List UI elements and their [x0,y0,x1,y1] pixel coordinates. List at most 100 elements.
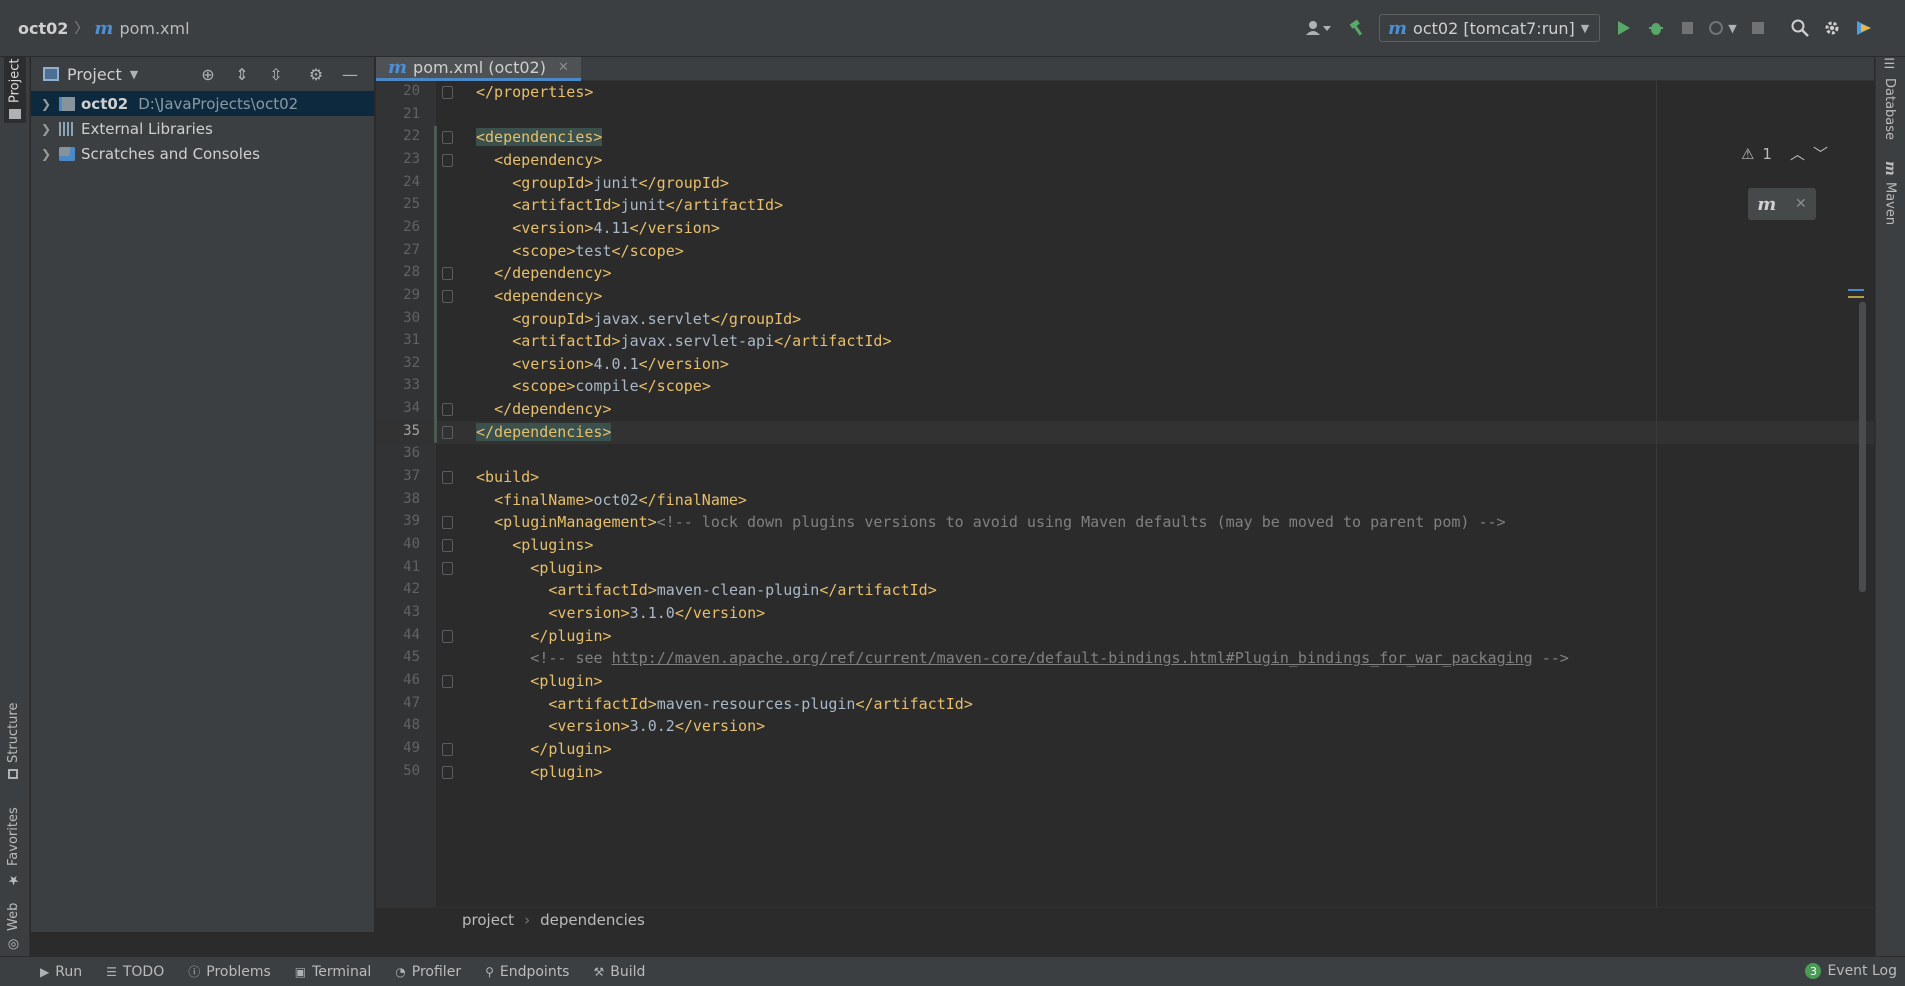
chevron-down-icon[interactable]: ▼ [130,68,138,81]
nav-project[interactable]: oct02 [18,19,68,38]
expand-all-icon[interactable]: ⇕ [226,62,258,86]
warning-icon[interactable]: ⚠ [1741,145,1754,163]
fold-marker[interactable] [442,267,453,281]
coverage-icon[interactable] [1672,12,1704,44]
code-line[interactable]: 41 <plugin> [376,557,1874,580]
code-line[interactable]: 27 <scope>test</scope> [376,240,1874,263]
minimize-icon[interactable]: — [334,62,366,86]
debug-icon[interactable] [1640,12,1672,44]
previous-highlight-icon[interactable]: ︿ [1790,143,1805,164]
code-line[interactable]: 46 <plugin> [376,670,1874,693]
code-line[interactable]: 42 <artifactId>maven-clean-plugin</artifa… [376,579,1874,602]
stripe-marker[interactable] [1848,289,1864,291]
maven-reload-icon[interactable]: m [1757,194,1776,215]
nav-file[interactable]: pom.xml [119,19,189,38]
code-line[interactable]: 28 </dependency> [376,262,1874,285]
vcs-change-marker[interactable] [434,126,437,444]
favorites-tool-tab[interactable]: ★ Favorites [6,797,21,887]
code-line[interactable]: 24 <groupId>junit</groupId> [376,172,1874,195]
chevron-right-icon[interactable]: ❯ [41,122,53,136]
search-icon[interactable] [1784,12,1816,44]
tool-button-endpoints[interactable]: ⚲ Endpoints [473,964,581,980]
tool-button-problems[interactable]: ⓘ Problems [176,963,283,980]
code-line[interactable]: 33 <scope>compile</scope> [376,375,1874,398]
database-tool-tab[interactable]: ☰ Database [1882,57,1897,140]
fold-marker[interactable] [442,403,453,417]
chevron-right-icon[interactable]: ❯ [41,97,53,111]
stripe-marker[interactable] [1848,296,1864,298]
gear-icon[interactable]: ⚙ [300,62,332,86]
code-line[interactable]: 37 <build> [376,466,1874,489]
project-tool-tab[interactable]: Project [4,57,26,123]
maven-tool-tab[interactable]: m Maven [1882,161,1898,241]
code-line[interactable]: 43 <version>3.1.0</version> [376,602,1874,625]
tool-button-terminal[interactable]: ▣ Terminal [283,964,384,980]
run-configuration-select[interactable]: m oct02 [tomcat7:run] ▼ [1379,14,1601,42]
tool-button-build[interactable]: ⚒ Build [581,964,657,980]
tree-item-oct02[interactable]: ❯ oct02 D:\JavaProjects\oct02 [31,91,374,116]
code-line[interactable]: 38 <finalName>oct02</finalName> [376,489,1874,512]
vertical-scrollbar[interactable] [1859,302,1866,592]
fold-marker[interactable] [442,674,453,688]
code-line[interactable]: 36 [376,443,1874,466]
gear-icon[interactable] [1816,12,1848,44]
tab-pom-xml[interactable]: m pom.xml (oct02) ✕ [376,57,581,81]
code-line[interactable]: 21 [376,104,1874,127]
code-line[interactable]: 40 <plugins> [376,534,1874,557]
fold-marker[interactable] [442,153,453,167]
chevron-down-icon[interactable]: ▼ [1728,22,1742,35]
code-line[interactable]: 50 <plugin> [376,761,1874,784]
code-line[interactable]: 23 <dependency> [376,149,1874,172]
project-panel-title[interactable]: Project [67,65,122,84]
stop-icon[interactable] [1742,12,1774,44]
web-tool-tab[interactable]: ◎ Web [6,900,21,952]
tool-button-todo[interactable]: ☰ TODO [94,964,176,980]
code-line[interactable]: 49 </plugin> [376,738,1874,761]
locate-icon[interactable]: ⊕ [192,62,224,86]
fold-marker[interactable] [442,629,453,643]
code-line[interactable]: 34 </dependency> [376,398,1874,421]
collapse-all-icon[interactable]: ⇳ [260,62,292,86]
code-line[interactable]: 44 </plugin> [376,625,1874,648]
fold-marker[interactable] [442,471,453,485]
fold-marker[interactable] [442,561,453,575]
fold-marker[interactable] [442,425,453,439]
breadcrumb-dependencies[interactable]: dependencies [540,911,645,929]
code-line[interactable]: 39 <pluginManagement><!-- lock down plugi… [376,511,1874,534]
code-line[interactable]: 47 <artifactId>maven-resources-plugin</ar… [376,693,1874,716]
profile-icon[interactable] [1704,12,1728,44]
code-line[interactable]: 26 <version>4.11</version> [376,217,1874,240]
tree-item-external-libraries[interactable]: ❯ External Libraries [31,116,374,141]
fold-marker[interactable] [442,539,453,552]
code-line[interactable]: 29 <dependency> [376,285,1874,308]
comment-link[interactable]: http://maven.apache.org/ref/current/mave… [612,649,1533,667]
fold-marker[interactable] [442,131,453,145]
event-log-button[interactable]: 3 Event Log [1805,963,1897,979]
fold-marker[interactable] [442,86,453,99]
fold-marker[interactable] [442,742,453,756]
close-icon[interactable]: ✕ [558,60,569,75]
code-line[interactable]: 25 <artifactId>junit</artifactId> [376,194,1874,217]
close-icon[interactable]: ✕ [1795,196,1807,212]
tool-button-profiler[interactable]: ◔ Profiler [383,964,473,980]
code-line[interactable]: 22 <dependencies> [376,126,1874,149]
code-line[interactable]: 20 </properties> [376,81,1874,104]
code-line[interactable]: 31 <artifactId>javax.servlet-api</artifac… [376,330,1874,353]
fold-marker[interactable] [442,765,453,779]
breadcrumb-project[interactable]: project [462,911,514,929]
next-highlight-icon[interactable]: ﹀ [1813,143,1828,164]
build-hammer-icon[interactable] [1341,12,1373,44]
chevron-right-icon[interactable]: ❯ [41,147,53,161]
code-line[interactable]: 32 <version>4.0.1</version> [376,353,1874,376]
tool-button-run[interactable]: ▶ Run [0,964,94,980]
run-icon[interactable] [1608,12,1640,44]
code-line[interactable]: 48 <version>3.0.2</version> [376,715,1874,738]
tree-item-scratches[interactable]: ❯ Scratches and Consoles [31,141,374,166]
code-line[interactable]: 45 <!-- see http://maven.apache.org/ref/c… [376,647,1874,670]
fold-marker[interactable] [442,516,453,530]
code-area[interactable]: 20 </properties> 21 22 <dependencies> 23 <depe… [376,81,1874,907]
user-icon[interactable] [1303,12,1335,44]
code-line[interactable]: 35 </dependencies> [376,420,1874,444]
structure-tool-tab[interactable]: Structure [6,689,21,779]
fold-marker[interactable] [442,289,453,303]
